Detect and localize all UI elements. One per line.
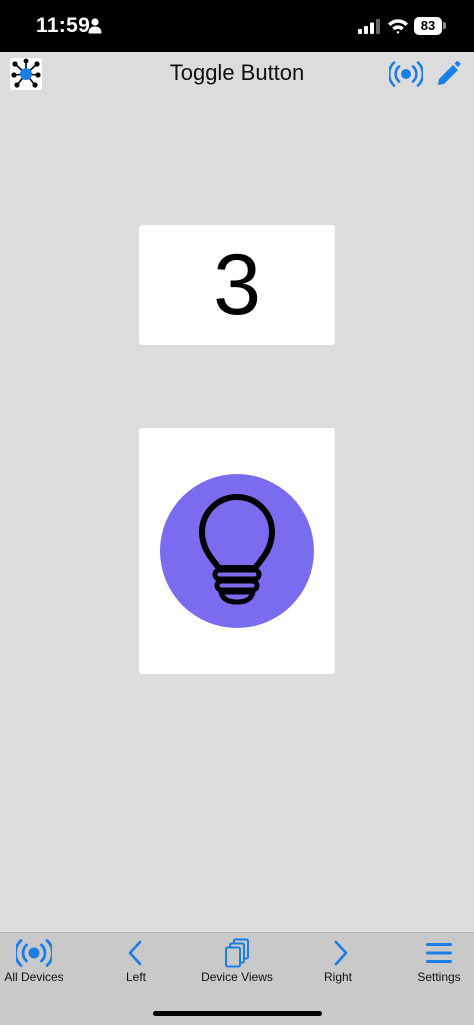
home-indicator xyxy=(153,1011,322,1016)
battery-icon: 83 xyxy=(414,17,442,35)
person-icon xyxy=(88,18,102,34)
tab-device-views[interactable]: Device Views xyxy=(190,933,284,995)
pencil-icon[interactable] xyxy=(435,60,461,88)
stacked-pages-icon xyxy=(225,938,249,968)
tab-settings[interactable]: Settings xyxy=(380,933,474,995)
status-bar: 11:59 83 xyxy=(0,0,474,52)
chevron-left-icon xyxy=(128,940,142,966)
counter-value: 3 xyxy=(213,237,261,333)
tab-label-device-views: Device Views xyxy=(201,970,273,984)
tab-label-settings: Settings xyxy=(417,970,461,984)
cellular-signal-icon xyxy=(358,19,380,34)
nav-bar: Toggle Button xyxy=(0,52,474,98)
toggle-card xyxy=(139,428,335,674)
lightbulb-icon xyxy=(199,494,275,605)
hamburger-menu-icon xyxy=(426,943,452,963)
counter-card: 3 xyxy=(139,225,335,345)
tab-all-devices[interactable]: All Devices xyxy=(0,933,94,995)
broadcast-icon[interactable] xyxy=(389,60,423,88)
status-time: 11:59 xyxy=(36,14,91,37)
wifi-icon xyxy=(388,19,408,34)
tab-label-left: Left xyxy=(125,970,146,984)
toggle-button[interactable] xyxy=(160,474,314,628)
tab-left[interactable]: Left xyxy=(89,933,183,995)
tab-label-all-devices: All Devices xyxy=(4,970,64,984)
screen: 11:59 83 Toggle Button 3 All Devices Lef… xyxy=(0,0,474,1025)
tab-label-right: Right xyxy=(323,970,352,984)
broadcast-icon xyxy=(16,939,52,967)
chevron-right-icon xyxy=(334,940,348,966)
tab-right[interactable]: Right xyxy=(291,933,385,995)
battery-cap xyxy=(443,22,446,29)
